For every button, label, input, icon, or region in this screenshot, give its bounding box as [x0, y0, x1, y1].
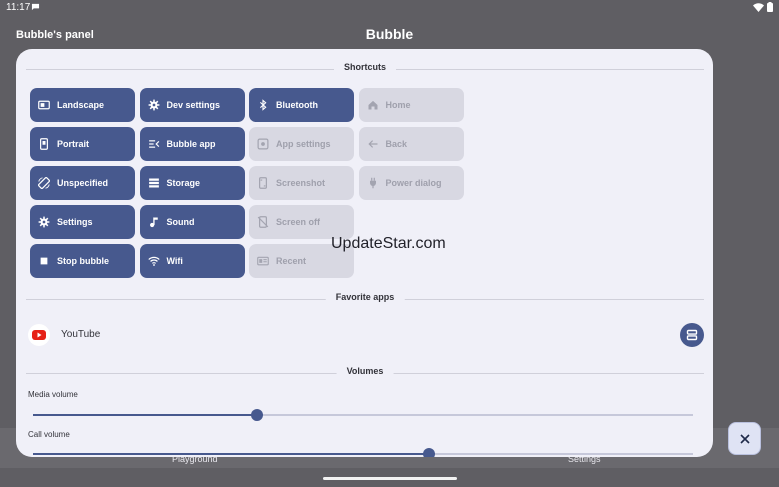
- favorite-app-name: YouTube: [61, 329, 101, 340]
- back-arrow-icon: [367, 140, 377, 148]
- shortcut-screenshot-button[interactable]: Screenshot: [249, 166, 354, 200]
- status-icons: [753, 2, 773, 12]
- shortcut-bluetooth-button[interactable]: Bluetooth: [249, 88, 354, 122]
- shortcut-label: Unspecified: [57, 178, 109, 188]
- close-icon: [739, 433, 750, 444]
- slider-thumb[interactable]: [251, 409, 264, 421]
- recent-apps-icon: [257, 256, 269, 266]
- wifi-signal-icon: [753, 2, 764, 12]
- view-agenda-icon: [686, 329, 698, 341]
- shortcut-portrait-button[interactable]: Portrait: [30, 127, 135, 161]
- shortcut-label: Dev settings: [166, 100, 221, 110]
- favorite-apps-section-title: Favorite apps: [325, 292, 405, 302]
- gesture-nav-handle[interactable]: [323, 477, 457, 480]
- shortcut-stop-bubble-button[interactable]: Stop bubble: [30, 244, 135, 278]
- screenshot-icon: [259, 177, 267, 189]
- favorite-app-item[interactable]: YouTube: [26, 321, 704, 349]
- shortcut-back-button[interactable]: Back: [358, 127, 464, 161]
- slider-fill: [33, 453, 429, 455]
- shortcut-power-dialog-button[interactable]: Power dialog: [358, 166, 464, 200]
- screen-off-icon: [257, 216, 269, 228]
- status-time: 11:17: [6, 2, 31, 13]
- battery-icon: [767, 2, 773, 12]
- shortcut-label: Screenshot: [276, 178, 326, 188]
- shortcut-label: App settings: [276, 139, 331, 149]
- status-bar: 11:17: [0, 0, 779, 16]
- media-volume-slider[interactable]: [33, 409, 693, 421]
- volumes-section-header: Volumes: [26, 366, 704, 380]
- shortcuts-section-header: Shortcuts: [26, 62, 704, 76]
- favorite-apps-section-header: Favorite apps: [26, 292, 704, 306]
- close-panel-button[interactable]: [728, 422, 761, 455]
- app-title: Bubble: [365, 26, 414, 42]
- shortcut-label: Bluetooth: [276, 100, 318, 110]
- shortcut-unspecified-button[interactable]: Unspecified: [30, 166, 135, 200]
- portrait-icon: [40, 138, 48, 150]
- shortcut-label: Landscape: [57, 100, 105, 110]
- shortcuts-section-title: Shortcuts: [333, 62, 397, 72]
- shortcut-label: Sound: [166, 217, 195, 227]
- shortcut-label: Home: [385, 100, 411, 110]
- shortcut-label: Bubble app: [166, 139, 216, 149]
- call-volume-slider[interactable]: [33, 448, 693, 457]
- shortcut-sound-button[interactable]: Sound: [139, 205, 245, 239]
- stop-icon: [40, 257, 48, 265]
- menu-open-icon: [148, 140, 159, 148]
- shortcut-label: Storage: [166, 178, 201, 188]
- shortcut-label: Screen off: [276, 217, 321, 227]
- volumes-section-title: Volumes: [336, 366, 394, 376]
- shortcut-settings-button[interactable]: Settings: [30, 205, 135, 239]
- shortcut-home-button[interactable]: Home: [358, 88, 464, 122]
- youtube-logo-icon: [28, 324, 50, 346]
- gear-icon: [38, 216, 50, 228]
- storage-icon: [148, 178, 159, 188]
- shortcut-screen-off-button[interactable]: Screen off: [249, 205, 354, 239]
- shortcut-dev-settings-button[interactable]: Dev settings: [139, 88, 245, 122]
- shortcut-label: Stop bubble: [57, 256, 109, 266]
- shortcut-wifi-button[interactable]: Wifi: [139, 244, 245, 278]
- shortcut-label: Back: [385, 139, 408, 149]
- wifi-icon: [147, 256, 160, 266]
- bubble-panel-sheet: Shortcuts Landscape Dev settings Bluetooth…: [16, 49, 713, 457]
- bluetooth-icon: [259, 99, 267, 111]
- shortcut-storage-button[interactable]: Storage: [139, 166, 245, 200]
- app-settings-icon: [257, 138, 269, 150]
- shortcut-label: Settings: [57, 217, 93, 227]
- watermark-text: UpdateStar.com: [331, 235, 446, 252]
- message-icon: [31, 3, 40, 11]
- favorite-app-bubble-button[interactable]: [680, 323, 704, 347]
- shortcut-label: Wifi: [166, 256, 183, 266]
- call-volume-label: Call volume: [28, 430, 70, 439]
- landscape-icon: [38, 100, 50, 110]
- app-bar: Bubble's panel Bubble: [0, 22, 779, 48]
- power-plug-icon: [369, 177, 376, 189]
- shortcut-label: Power dialog: [385, 178, 442, 188]
- shortcut-label: Recent: [276, 256, 307, 266]
- shortcut-bubble-app-button[interactable]: Bubble app: [139, 127, 245, 161]
- music-note-icon: [149, 217, 158, 228]
- slider-thumb[interactable]: [423, 448, 435, 457]
- slider-fill: [33, 414, 258, 416]
- shortcut-app-settings-button[interactable]: App settings: [249, 127, 354, 161]
- screen-rotation-icon: [38, 177, 50, 189]
- shortcut-landscape-button[interactable]: Landscape: [30, 88, 135, 122]
- gear-icon: [148, 99, 159, 111]
- shortcut-label: Portrait: [57, 139, 90, 149]
- home-icon: [368, 100, 377, 110]
- media-volume-label: Media volume: [28, 390, 78, 399]
